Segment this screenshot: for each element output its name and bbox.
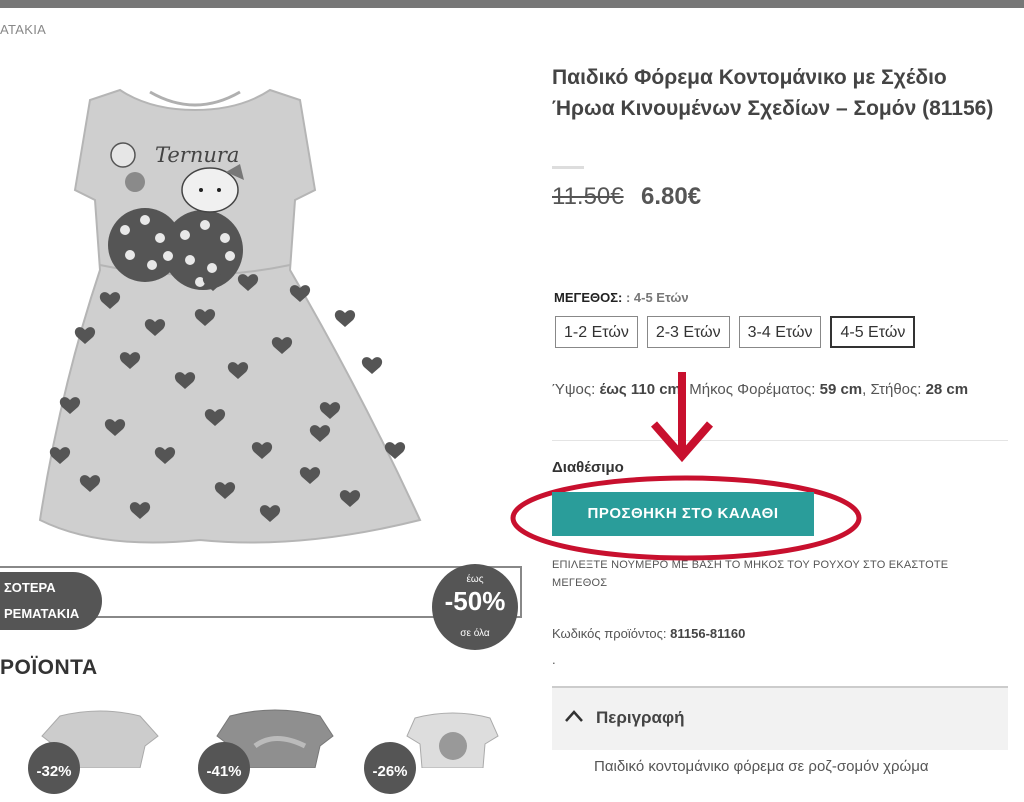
discount-upto: έως: [466, 574, 484, 585]
discount-badge: -26%: [364, 742, 416, 794]
size-option-selected[interactable]: 4-5 Ετών: [830, 316, 916, 348]
breadcrumb[interactable]: ΑΤΑΚΙΑ: [0, 22, 46, 37]
product-description: Παιδικό κοντομάνικο φόρεμα σε ροζ-σομόν …: [594, 758, 929, 775]
size-selected-value: : 4-5 Ετών: [625, 290, 689, 305]
divider: [552, 440, 1008, 441]
dress-print-text: Ternura: [155, 143, 239, 167]
discount-badge: -32%: [28, 742, 80, 794]
discount-on-all: σε όλα: [460, 628, 490, 639]
chest-value: 28 cm: [925, 381, 969, 398]
chevron-up-icon: [564, 706, 584, 729]
size-note: ΕΠΙΛΕΞΤΕ ΝΟΥΜΕΡΟ ΜΕ ΒΑΣΗ ΤΟ ΜΗΚΟΣ ΤΟΥ ΡΟ…: [552, 559, 949, 589]
title-divider: [552, 166, 584, 169]
price-new: 6.80€: [641, 183, 702, 210]
price-old: 11.50€: [552, 183, 624, 210]
promo-line-2: ΡΕΜΑΤΑΚΙΑ: [4, 606, 80, 621]
product-dimensions: Ύψος: έως 110 cm, Μήκος Φορέματος: 59 cm…: [552, 381, 969, 398]
size-selector: 1-2 Ετών 2-3 Ετών 3-4 Ετών 4-5 Ετών: [555, 316, 916, 348]
chest-label: Στήθος:: [870, 381, 922, 398]
discount-value: -50%: [444, 586, 506, 616]
discount-badge: -41%: [198, 742, 250, 794]
product-image[interactable]: Ternura: [0, 60, 470, 550]
sku-label: Κωδικός προϊόντος:: [552, 626, 667, 641]
related-products-title: ΡΟΪΟΝΤΑ: [0, 656, 98, 679]
size-label: ΜΕΓΕΘΟΣ: : 4-5 Ετών: [554, 290, 689, 305]
related-product-thumb[interactable]: [405, 706, 500, 773]
discount-badge: έως -50% σε όλα: [432, 564, 518, 650]
product-title: Παιδικό Φόρεμα Κοντομάνικο με Σχέδιο Ήρω…: [552, 66, 994, 120]
top-bar: [0, 0, 1024, 8]
length-value: 59 cm: [819, 381, 863, 398]
sku-value: 81156-81160: [670, 626, 746, 641]
tab-description-label: Περιγραφή: [596, 708, 685, 727]
size-option[interactable]: 2-3 Ετών: [646, 316, 730, 348]
promo-pill[interactable]: ΣΟΤΕΡΑ ΡΕΜΑΤΑΚΙΑ: [0, 572, 102, 630]
sku: Κωδικός προϊόντος: 81156-81160: [552, 626, 745, 641]
promo-line-1: ΣΟΤΕΡΑ: [4, 580, 56, 595]
size-option[interactable]: 1-2 Ετών: [555, 316, 638, 348]
arrow-down-icon: [650, 372, 714, 463]
size-option[interactable]: 3-4 Ετών: [738, 316, 822, 348]
add-to-cart-button[interactable]: ΠΡΟΣΘΗΚΗ ΣΤΟ ΚΑΛΑΘΙ: [552, 492, 814, 536]
size-label-text: ΜΕΓΕΘΟΣ:: [554, 290, 623, 305]
height-label: Ύψος:: [552, 381, 596, 398]
meta-dot: .: [552, 652, 556, 667]
tab-description[interactable]: Περιγραφή: [552, 686, 1008, 750]
